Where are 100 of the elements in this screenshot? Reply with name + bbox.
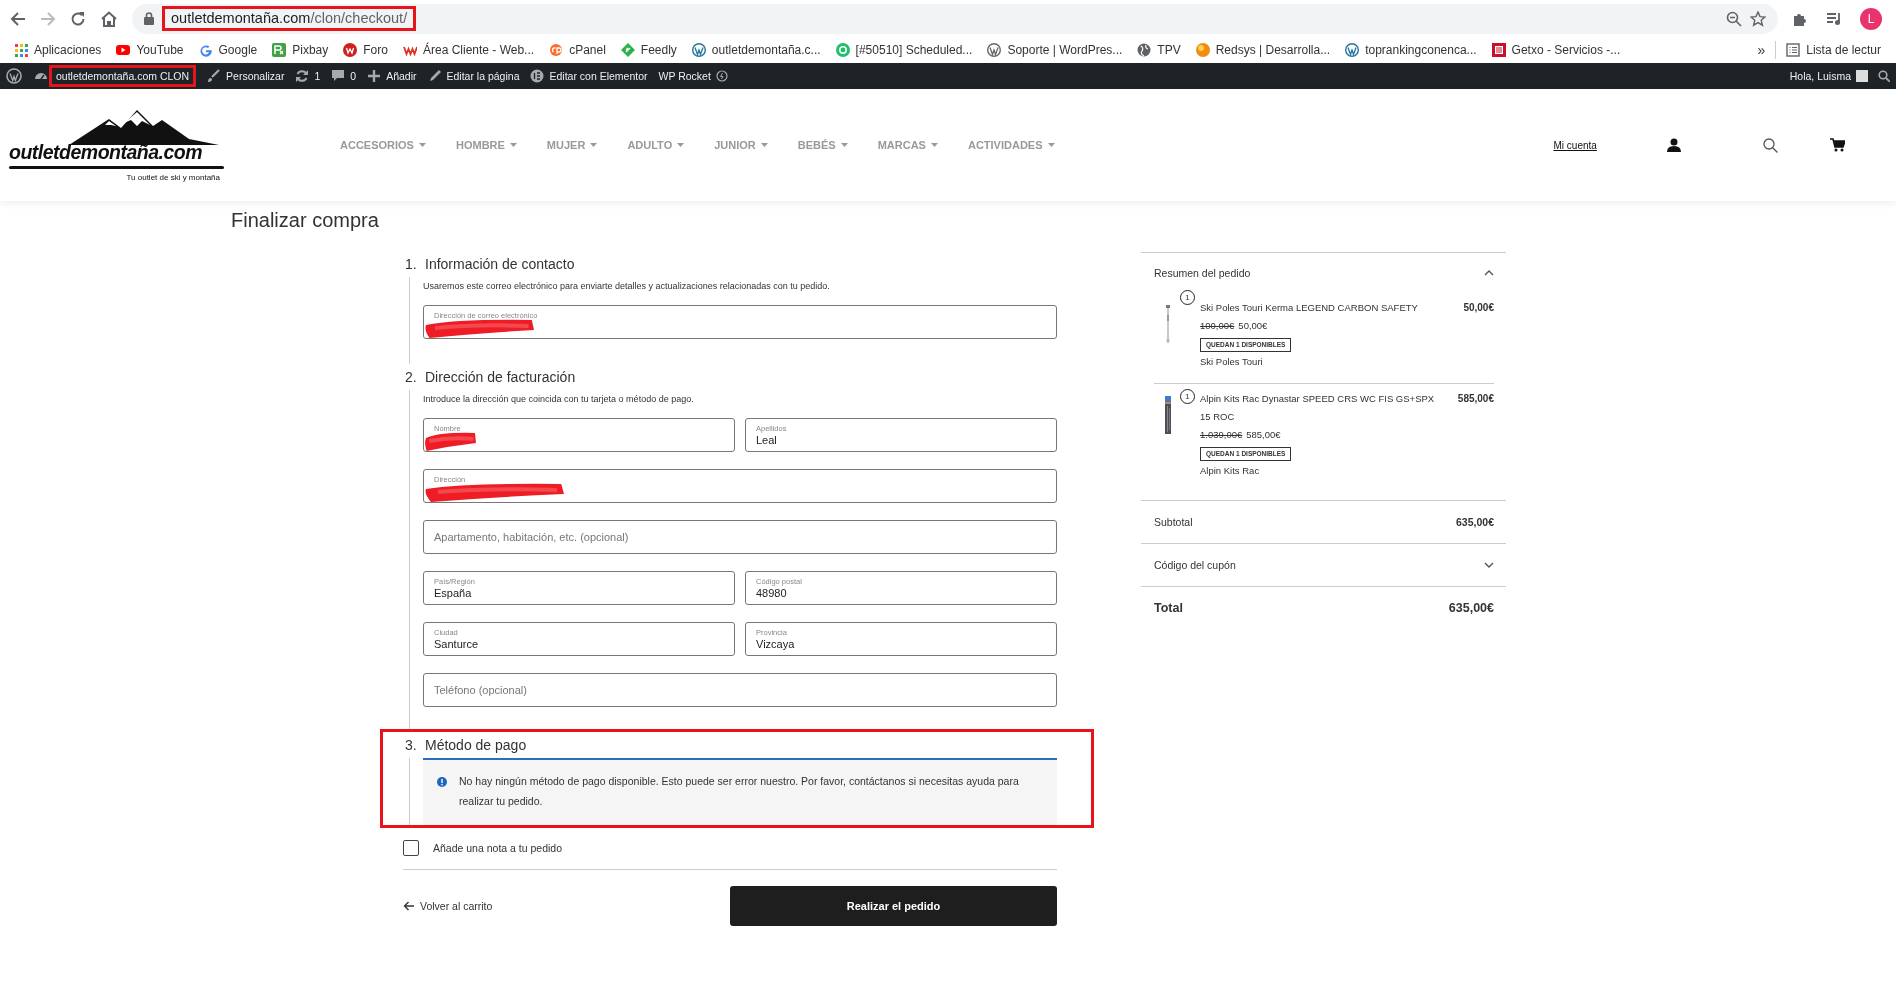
bookmark[interactable]: Pixbay — [292, 43, 329, 57]
home-icon[interactable] — [100, 10, 118, 27]
caret-icon — [677, 143, 685, 147]
bookmark[interactable]: Área Cliente - Web... — [422, 43, 535, 57]
coupon-toggle[interactable]: Código del cupón — [1154, 559, 1236, 571]
section-heading: Dirección de facturación — [425, 369, 576, 385]
bookmark[interactable]: Google — [218, 43, 258, 57]
brush-icon — [207, 69, 222, 83]
place-order-button[interactable]: Realizar el pedido — [730, 886, 1057, 926]
input-field[interactable]: Apartamento, habitación, etc. (opcional) — [423, 520, 1057, 554]
caret-icon — [930, 143, 938, 147]
bookmark[interactable]: [#50510] Scheduled... — [855, 43, 973, 57]
caret-icon — [418, 143, 426, 147]
notice-text: No hay ningún método de pago disponible. Esto puede ser error nuestro. Por favor, contáctanos si necesitas ayuda para realizar tu pedido. — [459, 774, 1020, 809]
product-name: Alpin Kits Rac Dynastar SPEED CRS WC FIS GS+SPX 15 ROC — [1200, 392, 1436, 424]
bookmark[interactable]: toprankingconenca... — [1365, 43, 1477, 57]
checkbox-label[interactable]: Añade una nota a tu pedido — [433, 842, 563, 854]
caret-icon — [760, 143, 768, 147]
sale-price: 50,00€ — [1238, 320, 1268, 331]
cart-icon[interactable] — [1829, 138, 1845, 152]
star-icon[interactable] — [1750, 10, 1766, 27]
reading-list[interactable]: Lista de lectur — [1806, 43, 1881, 57]
product-name: Ski Poles Touri Kerma LEGEND CARBON SAFETY — [1200, 301, 1419, 315]
greeting[interactable]: Hola, Luisma — [1789, 70, 1851, 82]
highlighted-address[interactable]: outletdemontaña.com/clon/checkout/ — [162, 6, 417, 31]
bookmark[interactable]: Foro — [363, 43, 388, 57]
cp-icon — [549, 43, 564, 57]
section-heading: Método de pago — [425, 737, 527, 753]
globe-icon — [1137, 43, 1152, 57]
admin-menu-item[interactable]: 0 — [350, 70, 357, 82]
apps-grid-icon — [14, 43, 28, 57]
summary-heading[interactable]: Resumen del pedido — [1154, 267, 1251, 279]
arrow-left-icon — [403, 901, 414, 911]
search-icon[interactable] — [1878, 70, 1890, 82]
back-link[interactable]: Volver al carrito — [403, 900, 493, 912]
px-icon — [272, 43, 287, 57]
total-value: 635,00€ — [1448, 601, 1494, 615]
product-variant: Ski Poles Touri — [1200, 355, 1264, 369]
lock-icon — [144, 12, 154, 25]
plus-icon — [367, 69, 382, 83]
step-number: 1. — [404, 256, 418, 272]
bookmark[interactable]: cPanel — [569, 43, 606, 57]
reload-icon[interactable] — [70, 10, 86, 27]
avatar-icon — [1856, 70, 1868, 82]
tagline: Tu outlet de ski y montaña — [126, 172, 220, 182]
more-bookmarks[interactable]: » — [1757, 42, 1766, 58]
g-ring-icon — [835, 43, 850, 57]
account-link[interactable]: Mi cuenta — [1553, 139, 1597, 151]
bookmark[interactable]: Aplicaciones — [34, 43, 102, 57]
back-icon[interactable] — [10, 10, 26, 27]
sale-price: 585,00€ — [1246, 429, 1281, 440]
play-icon — [116, 43, 131, 57]
bookmark[interactable]: TPV — [1157, 43, 1181, 57]
page-title: Finalizar compra — [230, 208, 380, 233]
info-icon — [437, 777, 447, 787]
mountain-logo-icon — [69, 108, 219, 145]
playlist-icon[interactable] — [1826, 11, 1842, 26]
input-field[interactable]: Teléfono (opcional) — [423, 673, 1057, 707]
chevron-up-icon — [1484, 270, 1494, 276]
bookmark[interactable]: Feedly — [640, 43, 677, 57]
admin-menu-item[interactable]: 1 — [314, 70, 321, 82]
bookmark[interactable]: Redsys | Desarrolla... — [1215, 43, 1331, 57]
admin-menu-item[interactable]: Editar con Elementor — [549, 70, 648, 82]
user-icon[interactable] — [1666, 138, 1681, 152]
caret-icon — [840, 143, 848, 147]
section-heading: Información de contacto — [425, 256, 575, 272]
bookmark[interactable]: outletdemontaña.c... — [711, 43, 821, 57]
bookmark[interactable]: YouTube — [136, 43, 184, 57]
total-label: Total — [1154, 601, 1183, 615]
power-circle-icon[interactable] — [715, 70, 728, 82]
caret-icon — [590, 143, 598, 147]
admin-menu-item[interactable]: Editar la página — [446, 70, 520, 82]
highlighted-menu-item[interactable]: outletdemontaña.com CLON — [49, 65, 197, 87]
line-price: 585,00€ — [1457, 392, 1494, 406]
search-icon[interactable] — [1762, 137, 1778, 153]
bookmark[interactable]: Getxo - Servicios -... — [1511, 43, 1621, 57]
profile-avatar[interactable]: L — [1860, 7, 1882, 30]
section-description: Usaremos este correo electrónico para enviarte detalles y actualizaciones relacionadas con tu pedido. — [423, 280, 831, 293]
list-icon — [1786, 43, 1801, 57]
chevron-down-icon — [1484, 562, 1494, 568]
subtotal-label: Subtotal — [1154, 516, 1193, 528]
admin-menu-item[interactable]: Personalizar — [226, 70, 285, 82]
wordpress-icon — [1345, 43, 1360, 57]
feed-icon — [620, 43, 635, 57]
circle-w-icon — [343, 43, 358, 57]
logo-text[interactable]: outletdemontaña.com — [9, 140, 224, 164]
g-letter-icon — [198, 43, 213, 57]
admin-menu-item[interactable]: WP Rocket — [658, 70, 711, 82]
admin-menu-item[interactable]: Añadir — [386, 70, 417, 82]
checkbox[interactable] — [403, 840, 419, 856]
wordpress-icon[interactable] — [6, 68, 22, 84]
step-number: 3. — [404, 737, 418, 753]
subtotal-value: 635,00€ — [1456, 516, 1494, 528]
quantity-badge: 1 — [1180, 290, 1195, 305]
zoom-out-icon[interactable] — [1726, 10, 1742, 27]
bookmark[interactable]: Soporte | WordPres... — [1007, 43, 1123, 57]
line-price: 50,00€ — [1463, 301, 1494, 315]
caret-icon — [509, 143, 517, 147]
e-circle-icon — [530, 69, 545, 83]
caret-icon — [1047, 143, 1055, 147]
